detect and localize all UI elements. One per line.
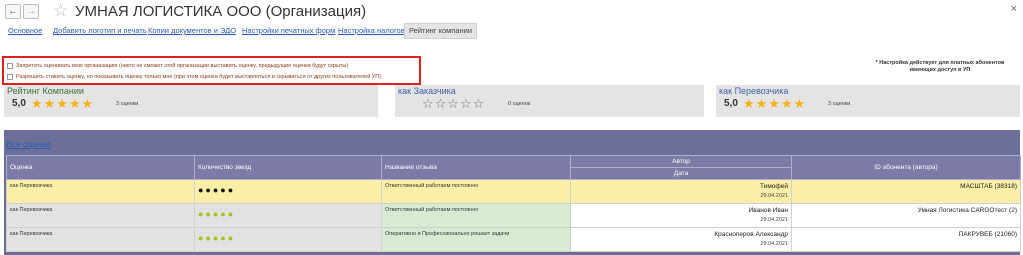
tab-main[interactable]: Основное bbox=[8, 24, 42, 38]
carrier-rating-count: 3 оценки bbox=[828, 101, 851, 107]
company-rating-count: 3 оценки bbox=[116, 101, 139, 107]
cell-subscriber: МАСШТАБ (38318) bbox=[791, 179, 1021, 204]
table-row[interactable]: как Перевозчика ●●●●● Ответственный рабо… bbox=[6, 179, 1021, 204]
carrier-stars-icon: ★★★★★ bbox=[743, 96, 807, 111]
subscriber-id: ПАКРУВЕБ (21060) bbox=[958, 231, 1017, 238]
header-author[interactable]: Автор bbox=[570, 155, 792, 168]
author-name: Тимофей bbox=[760, 183, 788, 190]
company-rating-title: Рейтинг Компании bbox=[7, 86, 84, 96]
table-row[interactable]: как Перевозчика ●●●●● Ответственный рабо… bbox=[6, 203, 1021, 228]
tab-documents-edo[interactable]: Копии документов и ЭДО bbox=[148, 24, 236, 38]
cell-rating: как Перевозчика bbox=[6, 179, 195, 204]
window-title: УМНАЯ ЛОГИСТИКА ООО (Организация) bbox=[75, 3, 367, 20]
cell-rating: как Перевозчика bbox=[6, 227, 195, 252]
header-stars[interactable]: Количество звезд bbox=[194, 155, 382, 180]
cell-author: Иванов Иван 29.04.2021 bbox=[570, 203, 792, 228]
ratings-table: Оценка Количество звезд Название отзыва … bbox=[6, 155, 1021, 252]
forbid-rating-label: Запретить оценивать мою организацию (ник… bbox=[16, 63, 349, 69]
cell-author: Тимофей 29.04.2021 bbox=[570, 179, 792, 204]
author-name: Красноперов Александр bbox=[714, 231, 788, 238]
customer-rating-title[interactable]: как Заказчика bbox=[398, 86, 456, 96]
cell-rating: как Перевозчика bbox=[6, 203, 195, 228]
table-row[interactable]: как Перевозчика ●●●●● Оперативно и Профе… bbox=[6, 227, 1021, 252]
hidden-rating-option[interactable]: Разрешить ставить оценку, но показывать … bbox=[7, 72, 381, 82]
author-date: 29.04.2021 bbox=[760, 193, 788, 199]
rating-options-box: Запретить оценивать мою организацию (ник… bbox=[2, 56, 421, 85]
tab-print-forms[interactable]: Настройки печатных форм bbox=[242, 24, 335, 38]
cell-stars: ●●●●● bbox=[194, 179, 382, 204]
forbid-rating-option[interactable]: Запретить оценивать мою организацию (ник… bbox=[7, 61, 348, 71]
customer-rating-count: 0 оценок bbox=[508, 101, 531, 107]
ratings-grid-area: Все оценки Оценка Количество звезд Назва… bbox=[4, 130, 1021, 255]
cell-review: Оперативно и Профессионально решает зада… bbox=[381, 227, 571, 252]
author-date: 29.04.2021 bbox=[760, 241, 788, 247]
header-date[interactable]: Дата bbox=[570, 167, 792, 180]
back-arrow-icon[interactable]: ← bbox=[5, 4, 21, 19]
cell-subscriber: ПАКРУВЕБ (21060) bbox=[791, 227, 1021, 252]
cell-review: Ответственный работаем постоянно bbox=[381, 203, 571, 228]
header-rating[interactable]: Оценка bbox=[6, 155, 195, 180]
subscriber-id: МАСШТАБ (38318) bbox=[960, 183, 1017, 190]
company-rating-value: 5,0 bbox=[12, 98, 26, 109]
carrier-rating-panel: как Перевозчика 5,0 ★★★★★ 3 оценки bbox=[716, 85, 1020, 117]
rating-dots-icon: ●●●●● bbox=[198, 233, 236, 243]
title-bar: ← → ☆ УМНАЯ ЛОГИСТИКА ООО (Организация) … bbox=[0, 0, 1023, 22]
author-date: 29.04.2021 bbox=[760, 217, 788, 223]
cell-author: Красноперов Александр 29.04.2021 bbox=[570, 227, 792, 252]
cell-stars: ●●●●● bbox=[194, 227, 382, 252]
customer-stars-icon: ☆☆☆☆☆ bbox=[422, 96, 486, 111]
carrier-rating-value: 5,0 bbox=[724, 98, 738, 109]
note-line-1: * Настройка действует для платных абонен… bbox=[875, 60, 1005, 66]
note-line-2: имеющих доступ в УП bbox=[909, 66, 971, 73]
rating-dots-icon: ●●●●● bbox=[198, 185, 236, 195]
subscriber-id: Умная Логистика CARGOтест (2) bbox=[917, 207, 1017, 214]
hidden-rating-checkbox[interactable] bbox=[7, 73, 13, 80]
tab-bar: Основное Добавить логотип и печать Копии… bbox=[0, 23, 1023, 39]
cell-subscriber: Умная Логистика CARGOтест (2) bbox=[791, 203, 1021, 228]
paid-subscriber-note: * Настройка действует для платных абонен… bbox=[860, 60, 1020, 73]
forbid-rating-checkbox[interactable] bbox=[7, 62, 13, 69]
cell-stars: ●●●●● bbox=[194, 203, 382, 228]
all-ratings-link[interactable]: Все оценки bbox=[6, 139, 50, 149]
company-stars-icon: ★★★★★ bbox=[31, 96, 95, 111]
favorite-star-icon[interactable]: ☆ bbox=[53, 1, 68, 21]
rating-dots-icon: ●●●●● bbox=[198, 209, 236, 219]
close-icon[interactable]: × bbox=[1011, 3, 1017, 15]
company-rating-panel: Рейтинг Компании 5,0 ★★★★★ 3 оценки bbox=[4, 85, 378, 117]
hidden-rating-label: Разрешить ставить оценку, но показывать … bbox=[16, 74, 382, 80]
header-review[interactable]: Название отзыва bbox=[381, 155, 571, 180]
tab-taxes[interactable]: Настройка налогов bbox=[338, 24, 405, 38]
author-name: Иванов Иван bbox=[748, 207, 788, 214]
tab-logo-stamp[interactable]: Добавить логотип и печать bbox=[53, 24, 147, 38]
customer-rating-panel: как Заказчика ☆☆☆☆☆ 0 оценок bbox=[395, 85, 704, 117]
header-subscriber[interactable]: ID абонента (автора) bbox=[791, 155, 1021, 180]
carrier-rating-title[interactable]: как Перевозчика bbox=[719, 86, 788, 96]
tab-company-rating[interactable]: Рейтинг компании bbox=[404, 23, 478, 39]
forward-arrow-icon[interactable]: → bbox=[23, 4, 39, 19]
cell-review: Ответственный работаем постоянно bbox=[381, 179, 571, 204]
